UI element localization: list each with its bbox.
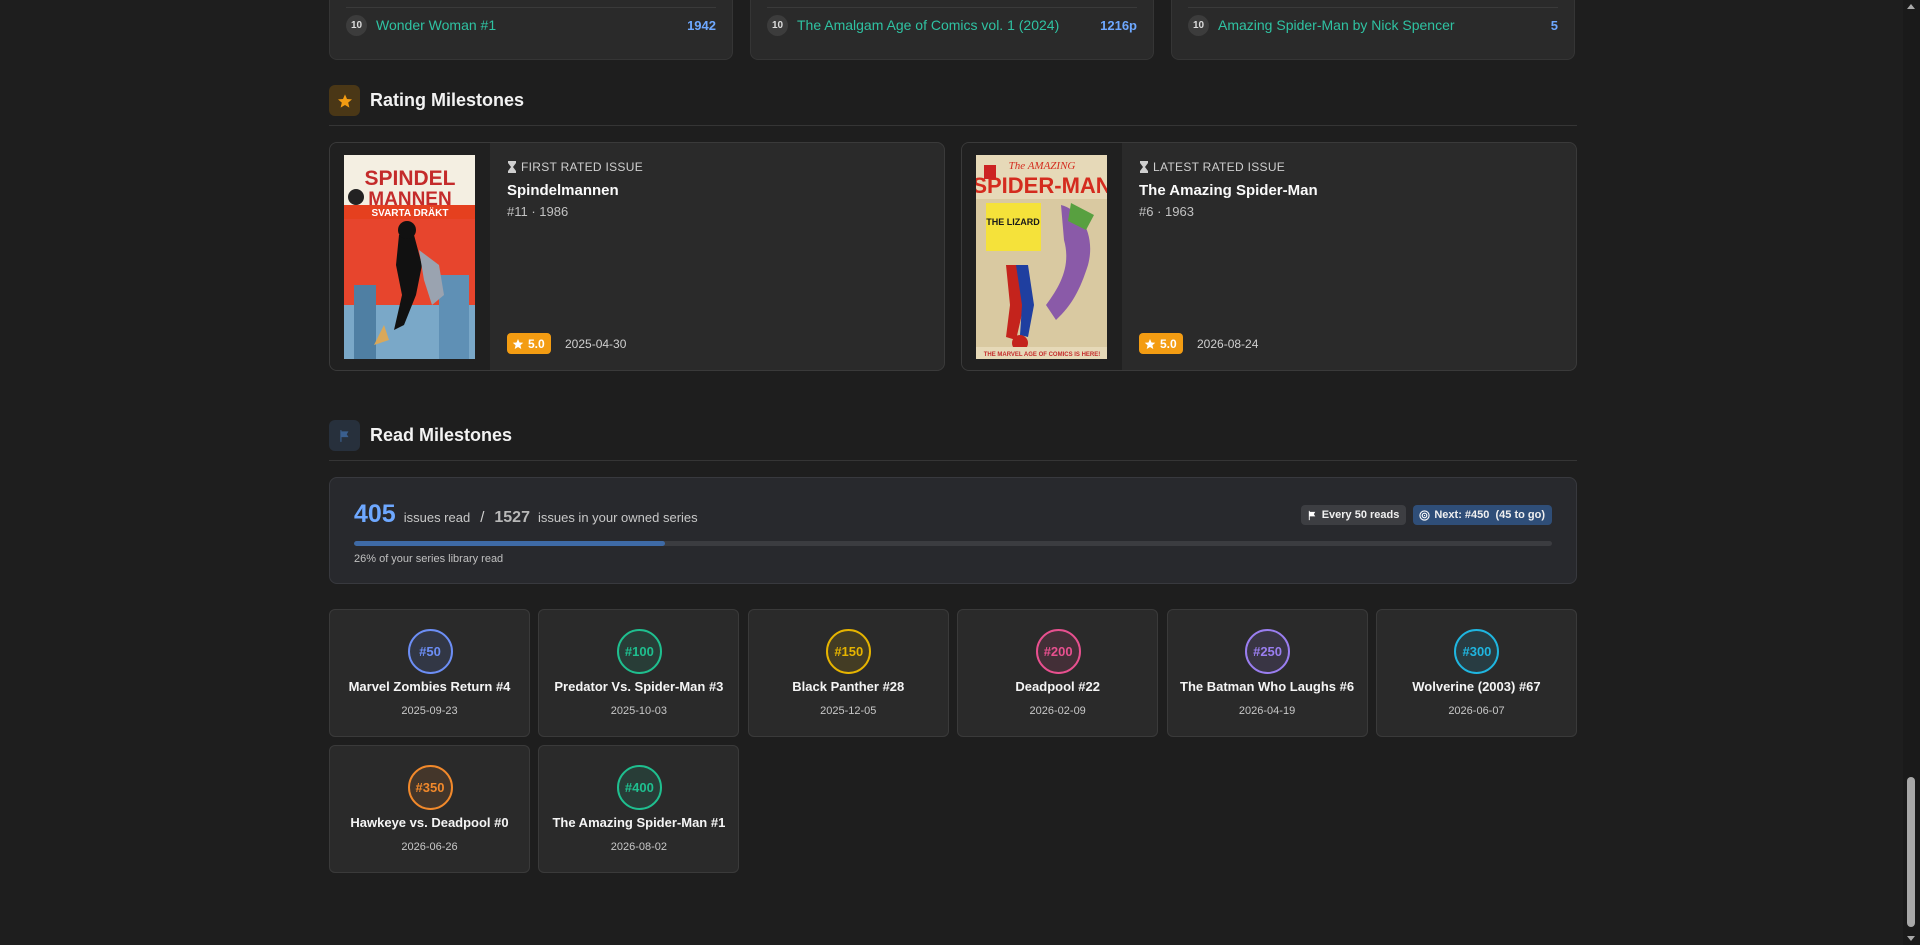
- section-title: Rating Milestones: [370, 90, 525, 110]
- next-milestone-badge: Next: #450 (45 to go): [1413, 505, 1552, 525]
- card-kind-label: LATEST RATED ISSUE: [1139, 160, 1285, 174]
- milestone-issue-title: The Amazing Spider-Man #1: [552, 815, 726, 830]
- rating-badge: 5.0: [1139, 333, 1183, 354]
- star-icon: [1144, 338, 1156, 349]
- svg-text:SVARTA DRÄKT: SVARTA DRÄKT: [371, 206, 448, 219]
- milestone-date: 2025-10-03: [610, 705, 668, 717]
- hourglass-icon: [1140, 161, 1148, 173]
- series-name: Spindelmannen: [507, 182, 619, 199]
- milestone-card[interactable]: #250 The Batman Who Laughs #6 2026-04-19: [1166, 609, 1368, 737]
- milestone-card[interactable]: #150 Black Panther #28 2025-12-05: [747, 609, 949, 737]
- milestone-issue-title: Predator Vs. Spider-Man #3: [554, 679, 724, 694]
- rank-badge: 10: [767, 14, 788, 36]
- top-list-card: 10 Amazing Spider-Man by Nick Spencer 5: [1171, 0, 1575, 60]
- card-kind-label: FIRST RATED ISSUE: [507, 160, 643, 174]
- milestone-issue-title: Black Panther #28: [792, 679, 905, 694]
- milestone-issue-title: Hawkeye vs. Deadpool #0: [350, 815, 509, 830]
- milestone-number-badge: #50: [407, 629, 453, 674]
- milestone-card[interactable]: #400 The Amazing Spider-Man #1 2026-08-02: [538, 745, 740, 873]
- top-list-row[interactable]: 10 The Amalgam Age of Comics vol. 1 (202…: [767, 14, 1137, 36]
- top-list-row[interactable]: 10 Wonder Woman #1 1942: [346, 14, 716, 36]
- milestone-card[interactable]: #50 Marvel Zombies Return #4 2025-09-23: [329, 609, 530, 737]
- top-list-item-value: 1942: [687, 17, 716, 33]
- owned-issues-count: 1527: [494, 509, 530, 526]
- issue-meta: #6 · 1963: [1139, 204, 1194, 219]
- rank-badge: 10: [1188, 14, 1209, 36]
- latest-rated-card[interactable]: The AMAZING SPIDER-MAN THE LIZARD THE MA…: [961, 142, 1577, 371]
- rating-badge: 5.0: [507, 333, 551, 354]
- scrollbar-thumb[interactable]: [1907, 777, 1915, 927]
- stats-page: 10 Wonder Woman #1 1942 10 The Amalgam A…: [329, 0, 1577, 873]
- owned-issues-label: issues in your owned series: [537, 510, 698, 525]
- milestone-date: 2026-02-09: [1029, 705, 1086, 717]
- milestone-number-badge: #100: [616, 629, 662, 674]
- milestone-card[interactable]: #100 Predator Vs. Spider-Man #3 2025-10-03: [538, 609, 740, 737]
- top-list-item-value: 5: [1550, 17, 1558, 33]
- milestone-card[interactable]: #300 Wolverine (2003) #67 2026-06-07: [1375, 609, 1577, 737]
- comic-cover: SPINDEL MANNEN SVARTA DRÄKT: [344, 155, 475, 359]
- top-list-card: 10 Wonder Woman #1 1942: [329, 0, 733, 60]
- milestone-number-badge: #250: [1245, 629, 1291, 674]
- every-reads-badge: Every 50 reads: [1300, 505, 1407, 525]
- milestone-number-badge: #150: [826, 629, 872, 674]
- series-name: The Amazing Spider-Man: [1139, 182, 1318, 199]
- star-icon: [512, 338, 524, 349]
- milestone-issue-title: Deadpool #22: [1015, 679, 1100, 694]
- milestone-date: 2025-09-23: [401, 705, 458, 717]
- milestone-issue-title: Marvel Zombies Return #4: [348, 679, 511, 694]
- top-list-row[interactable]: 10 Amazing Spider-Man by Nick Spencer 5: [1188, 14, 1558, 36]
- flag-icon: [1308, 510, 1315, 520]
- target-icon: [1419, 509, 1431, 521]
- scrollbar[interactable]: [1903, 0, 1920, 945]
- rating-date: 2026-08-24: [1197, 337, 1259, 351]
- progress-caption: 26% of your series library read: [354, 553, 504, 565]
- milestone-number-badge: #200: [1035, 629, 1081, 674]
- rating-date: 2025-04-30: [565, 337, 627, 351]
- milestone-date: 2026-06-26: [401, 841, 458, 853]
- milestone-card[interactable]: #200 Deadpool #22 2026-02-09: [957, 609, 1159, 737]
- hourglass-icon: [508, 161, 516, 173]
- milestone-date: 2026-08-02: [610, 841, 668, 853]
- scroll-down-arrow: [1907, 936, 1915, 941]
- milestone-grid: #50 Marvel Zombies Return #4 2025-09-23 #10…: [329, 609, 1577, 873]
- milestone-card[interactable]: #350 Hawkeye vs. Deadpool #0 2026-06-26: [329, 745, 530, 873]
- scroll-up-arrow: [1907, 4, 1915, 9]
- top-list-item-link[interactable]: The Amalgam Age of Comics vol. 1 (2024): [797, 17, 1100, 33]
- comic-cover: The AMAZING SPIDER-MAN THE LIZARD THE MA…: [976, 155, 1107, 359]
- top-list-card: 10 The Amalgam Age of Comics vol. 1 (202…: [750, 0, 1154, 60]
- milestone-number-badge: #300: [1454, 629, 1500, 674]
- rating-milestones-header: Rating Milestones: [329, 85, 1577, 116]
- read-milestones-header: Read Milestones: [329, 420, 1577, 451]
- issues-read-count: 405: [354, 500, 396, 528]
- milestone-issue-title: Wolverine (2003) #67: [1412, 679, 1541, 694]
- read-progress-bar: [354, 541, 1552, 546]
- issues-read-label: issues read: [403, 510, 471, 525]
- milestone-number-badge: #350: [407, 765, 453, 810]
- read-progress-card: 405 issues read / 1527 issues in your ow…: [329, 477, 1577, 584]
- svg-text:THE LIZARD: THE LIZARD: [986, 217, 1040, 227]
- milestone-number-badge: #400: [616, 765, 662, 810]
- milestone-date: 2026-04-19: [1238, 705, 1296, 717]
- svg-text:SPINDEL: SPINDEL: [364, 167, 455, 190]
- milestone-date: 2026-06-07: [1448, 705, 1505, 717]
- top-list-item-link[interactable]: Amazing Spider-Man by Nick Spencer: [1218, 17, 1551, 33]
- section-title: Read Milestones: [370, 425, 513, 445]
- first-rated-card[interactable]: SPINDEL MANNEN SVARTA DRÄKT FIRST RATED …: [329, 142, 945, 371]
- top-lists-row: 10 Wonder Woman #1 1942 10 The Amalgam A…: [329, 0, 1577, 60]
- top-list-item-link[interactable]: Wonder Woman #1: [376, 17, 687, 33]
- svg-text:THE MARVEL AGE OF COMICS IS HE: THE MARVEL AGE OF COMICS IS HERE!: [984, 352, 1101, 358]
- milestone-date: 2025-12-05: [820, 705, 877, 717]
- top-list-item-value: 1216p: [1100, 17, 1137, 33]
- star-icon: [329, 85, 360, 116]
- milestone-issue-title: The Batman Who Laughs #6: [1180, 679, 1355, 694]
- flag-icon: [329, 420, 360, 451]
- issue-meta: #11 · 1986: [507, 204, 569, 219]
- rank-badge: 10: [346, 14, 367, 36]
- svg-text:The AMAZING: The AMAZING: [1009, 160, 1076, 172]
